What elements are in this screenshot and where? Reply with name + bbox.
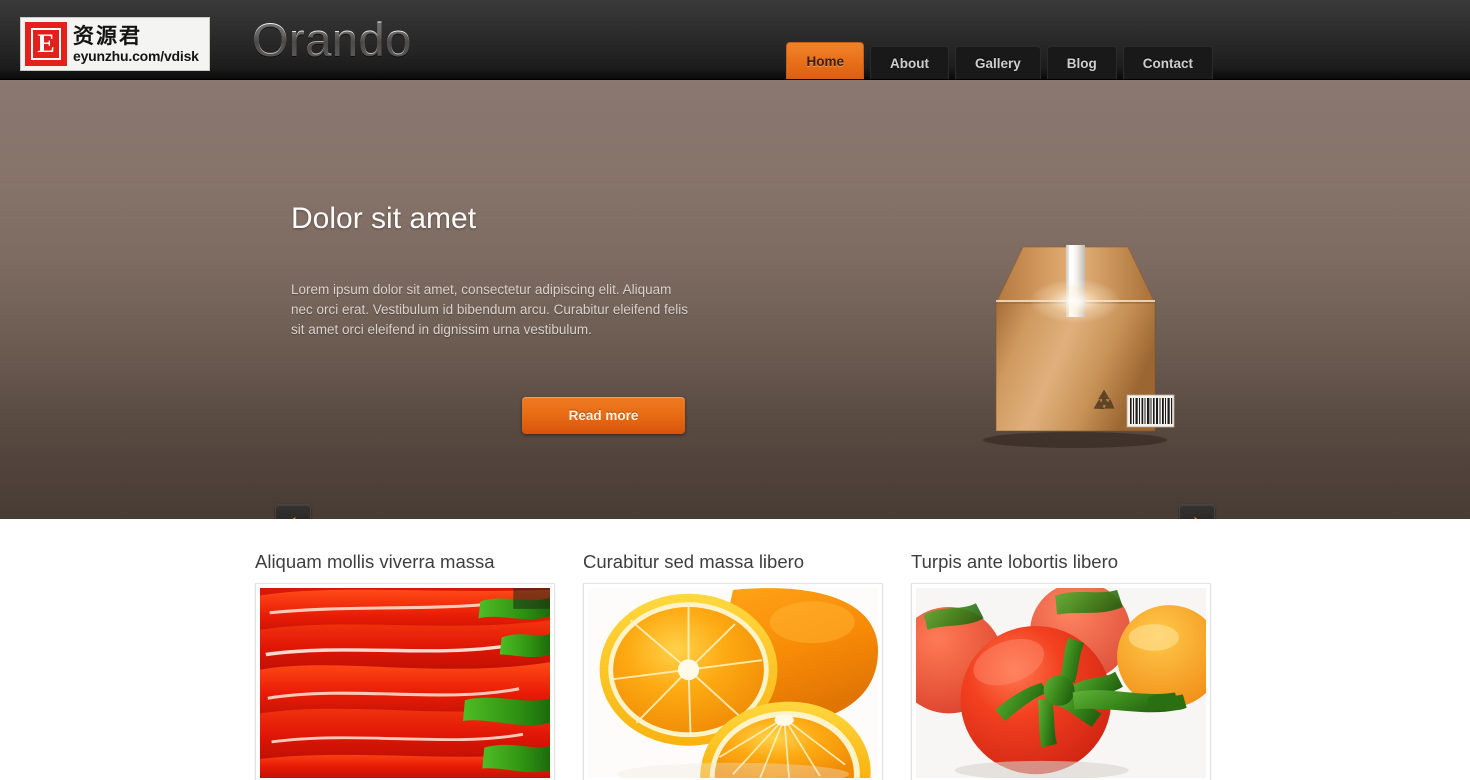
- hero-slider: Dolor sit amet Lorem ipsum dolor sit ame…: [0, 80, 1470, 519]
- hero-description: Lorem ipsum dolor sit amet, consectetur …: [291, 282, 688, 337]
- orange-slices-image: [588, 588, 878, 778]
- cardboard-box-icon: [963, 235, 1188, 450]
- logo-cn-text: 资源君: [73, 23, 142, 48]
- feature-title-3: Turpis ante lobortis libero: [911, 551, 1119, 572]
- nav-item-about[interactable]: About: [869, 46, 949, 79]
- chili-peppers-image: [260, 588, 550, 778]
- logo-url-text: eyunzhu.com/vdisk: [73, 47, 199, 64]
- read-more-button[interactable]: Read more: [522, 397, 685, 434]
- feature-column-3: Turpis ante lobortis libero: [911, 551, 1215, 780]
- feature-title-2: Curabitur sed massa libero: [583, 551, 805, 572]
- logo-e-letter: E: [31, 28, 61, 60]
- slider-prev-arrow-icon[interactable]: ‹: [275, 504, 311, 519]
- feature-title-1: Aliquam mollis viverra massa: [255, 551, 495, 572]
- site-header: E 资源君 eyunzhu.com/vdisk Orando Home Abou…: [0, 0, 1470, 80]
- feature-thumb-frame-1[interactable]: [255, 583, 555, 780]
- nav-item-home[interactable]: Home: [786, 42, 864, 79]
- logo-watermark: E 资源君 eyunzhu.com/vdisk: [20, 17, 210, 71]
- tomatoes-image: [916, 588, 1206, 778]
- logo-e-icon: E: [25, 22, 67, 66]
- feature-columns: Aliquam mollis viverra massa Curabitur s…: [255, 551, 1215, 780]
- nav-item-blog[interactable]: Blog: [1046, 46, 1117, 79]
- feature-thumb-frame-3[interactable]: [911, 583, 1211, 780]
- main-nav: Home About Gallery Blog Contact: [786, 42, 1213, 79]
- logo-text-block: 资源君 eyunzhu.com/vdisk: [73, 23, 199, 64]
- brand-title: Orando: [252, 13, 412, 66]
- slider-next-arrow-icon[interactable]: ›: [1179, 504, 1215, 519]
- hero-title: Dolor sit amet: [291, 202, 477, 235]
- features-section: Aliquam mollis viverra massa Curabitur s…: [0, 519, 1470, 780]
- feature-thumb-frame-2[interactable]: [583, 583, 883, 780]
- feature-column-1: Aliquam mollis viverra massa: [255, 551, 559, 780]
- nav-item-gallery[interactable]: Gallery: [954, 46, 1041, 79]
- hero-slide: Dolor sit amet Lorem ipsum dolor sit ame…: [0, 80, 1470, 519]
- feature-column-2: Curabitur sed massa libero: [583, 551, 887, 780]
- nav-item-contact[interactable]: Contact: [1122, 46, 1213, 79]
